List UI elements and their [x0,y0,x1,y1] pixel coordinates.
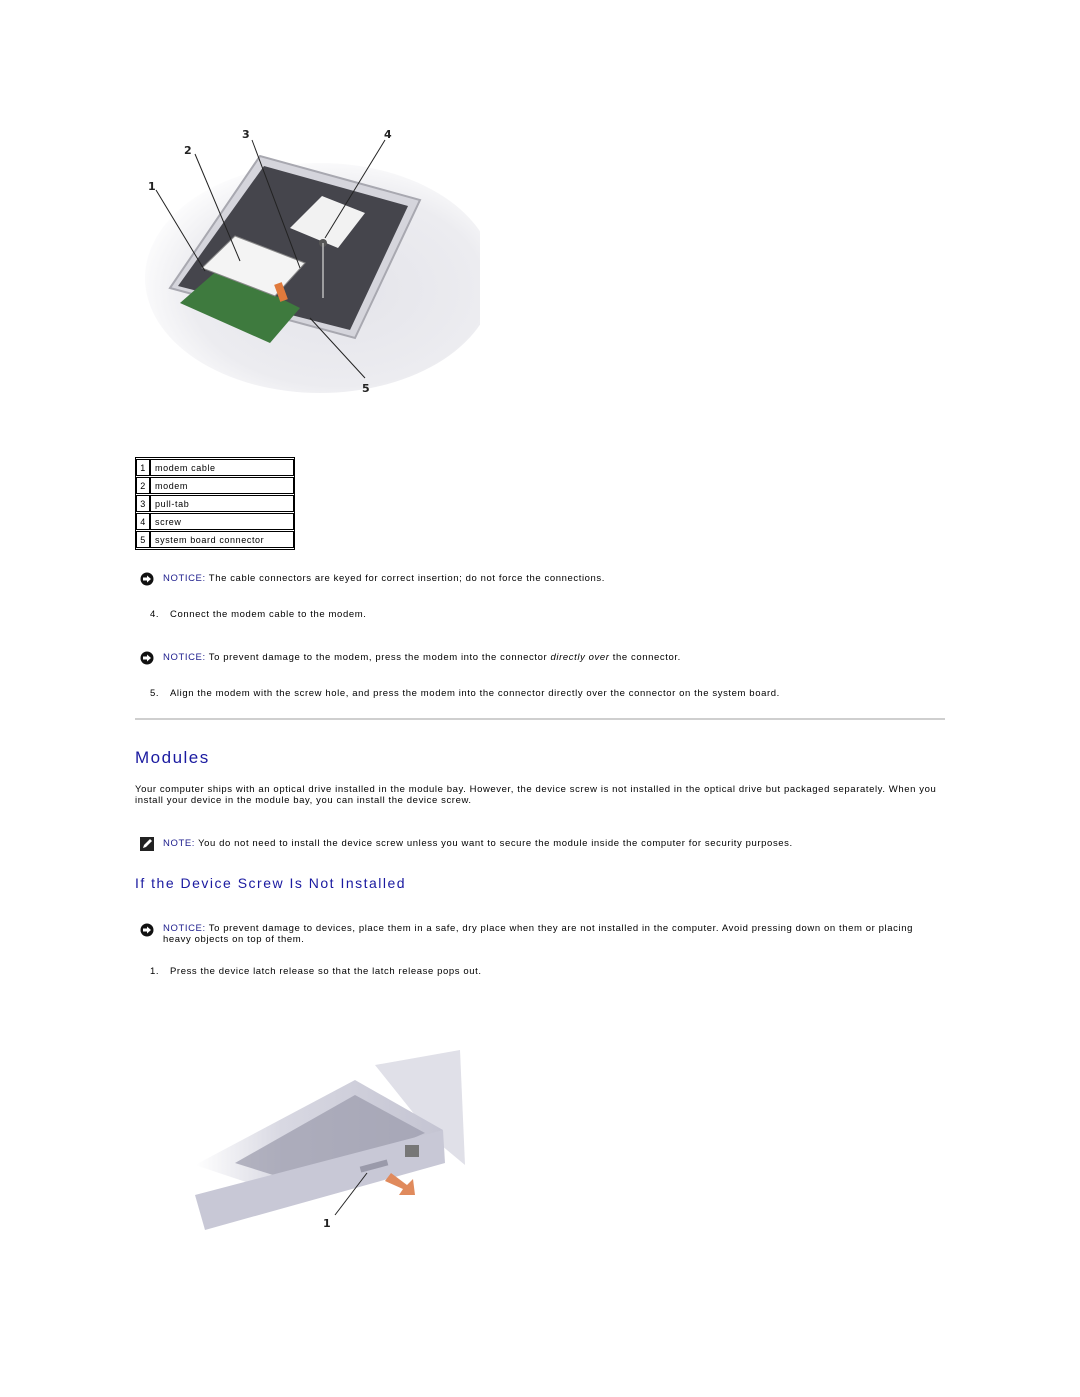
step-number: 4. [150,609,160,620]
callout-legend-table: 1 modem cable 2 modem 3 pull-tab 4 screw 5 sy… [135,457,295,550]
modem-installation-figure: 1 2 3 4 5 [145,128,480,395]
notice-label: NOTICE: [163,573,206,584]
callout-1: 1 [323,1217,331,1230]
note-pencil-icon [140,837,154,851]
legend-number: 4 [136,513,150,530]
notice-text: To prevent damage to the modem, press th… [205,652,551,663]
step-text: Press the device latch release so that t… [170,966,482,977]
notice-text: To prevent damage to devices, place them… [163,923,913,945]
step-5: 5. Align the modem with the screw hole, … [150,688,780,699]
callout-1: 1 [148,180,156,193]
legend-row: 2 modem [136,477,294,494]
callout-3: 3 [242,128,250,141]
note-text: You do not need to install the device sc… [195,838,793,849]
legend-row: 4 screw [136,513,294,530]
step-text: Align the modem with the screw hole, and… [170,688,780,699]
notice-label: NOTICE: [163,652,206,663]
notice-text-end: the connector. [609,652,681,663]
step-number: 1. [150,966,160,977]
callout-4: 4 [384,128,392,141]
legend-row: 1 modem cable [136,459,294,476]
notice-icon [140,651,154,665]
modules-heading: Modules [135,748,210,767]
legend-number: 2 [136,477,150,494]
notice-emphasis: directly over [550,652,610,663]
section-divider [135,718,945,720]
device-latch-figure: 1 [195,1050,465,1230]
modules-paragraph: Your computer ships with an optical driv… [135,784,937,806]
step-number: 5. [150,688,160,699]
notice-icon [140,923,154,937]
step-text: Connect the modem cable to the modem. [170,609,367,620]
legend-label: modem cable [150,459,294,476]
notice-press-modem: NOTICE: To prevent damage to the modem, … [140,651,940,665]
notice-label: NOTICE: [163,923,206,934]
note-device-screw: NOTE: You do not need to install the dev… [140,837,940,851]
callout-2: 2 [184,144,192,157]
legend-row: 5 system board connector [136,531,294,548]
step-1: 1. Press the device latch release so tha… [150,966,482,977]
notice-cable-connectors: NOTICE: The cable connectors are keyed f… [140,572,940,586]
legend-label: modem [150,477,294,494]
legend-number: 1 [136,459,150,476]
legend-label: pull-tab [150,495,294,512]
callout-5: 5 [362,382,370,395]
usb-ports [405,1145,419,1157]
note-label: NOTE: [163,838,196,849]
notice-icon [140,572,154,586]
step-4: 4. Connect the modem cable to the modem. [150,609,366,620]
legend-number: 3 [136,495,150,512]
notice-text: The cable connectors are keyed for corre… [205,573,606,584]
legend-number: 5 [136,531,150,548]
legend-label: screw [150,513,294,530]
legend-label: system board connector [150,531,294,548]
notice-store-devices: NOTICE: To prevent damage to devices, pl… [140,923,940,945]
legend-row: 3 pull-tab [136,495,294,512]
device-screw-subheading: If the Device Screw Is Not Installed [135,875,407,891]
push-arrow-icon [385,1173,415,1195]
